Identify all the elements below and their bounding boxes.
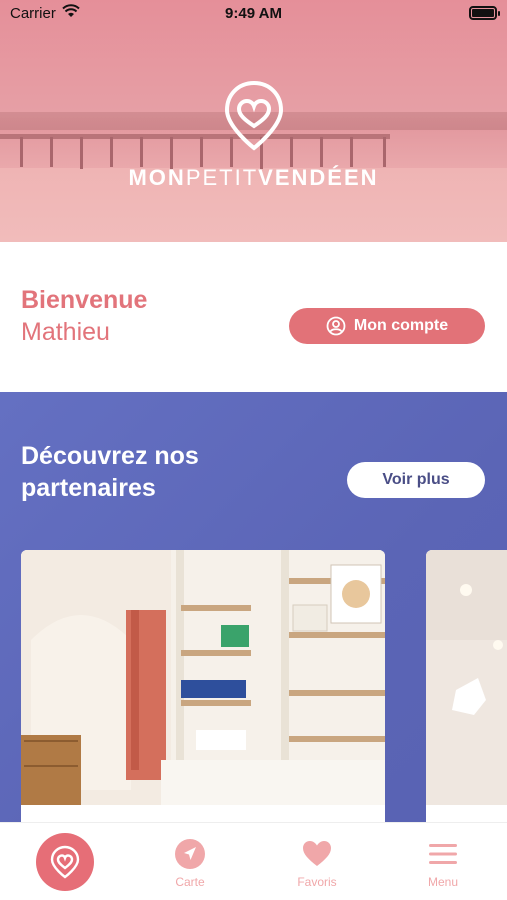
battery-icon — [469, 6, 500, 20]
partners-section: Découvrez nos partenaires Voir plus — [0, 392, 507, 822]
partner-card[interactable] — [426, 550, 507, 822]
tab-carte[interactable]: Carte — [140, 823, 240, 900]
brand-petit: PETIT — [185, 165, 259, 190]
tab-carte-label: Carte — [175, 875, 205, 889]
heart-icon — [303, 841, 331, 866]
tab-home[interactable] — [14, 823, 114, 900]
bottom-tab-bar: Carte Favoris Menu — [0, 822, 507, 900]
welcome-user-name: Mathieu — [21, 318, 110, 346]
heart-pin-logo-icon — [224, 80, 284, 151]
status-bar: Carrier 9:49 AM — [0, 0, 507, 28]
tab-menu-label: Menu — [427, 875, 459, 889]
my-account-label: Mon compte — [353, 317, 449, 334]
tab-menu[interactable]: Menu — [393, 823, 493, 900]
hamburger-menu-icon — [429, 844, 457, 864]
my-account-button[interactable]: Mon compte — [289, 308, 485, 344]
brand-wordmark: MONPETITVENDÉEN — [0, 165, 507, 191]
heart-pin-logo-icon — [50, 845, 80, 879]
partner-card[interactable] — [21, 550, 385, 822]
brand-mon: MON — [128, 165, 186, 190]
partners-title: Découvrez nos partenaires — [21, 442, 199, 502]
home-button[interactable] — [36, 833, 94, 891]
see-more-button[interactable]: Voir plus — [347, 462, 485, 498]
tab-favoris-label: Favoris — [297, 875, 337, 889]
welcome-section: Bienvenue Mathieu Mon compte — [0, 242, 507, 392]
header-banner: MONPETITVENDÉEN — [0, 0, 507, 242]
clock: 9:49 AM — [225, 5, 282, 22]
user-circle-icon — [326, 316, 346, 336]
partner-store-photo — [426, 550, 507, 822]
tab-favoris[interactable]: Favoris — [267, 823, 367, 900]
brand-vendeen: VENDÉEN — [258, 165, 379, 190]
navigation-arrow-icon — [175, 839, 205, 869]
welcome-greeting: Bienvenue — [21, 286, 148, 314]
partner-store-photo — [21, 550, 385, 822]
